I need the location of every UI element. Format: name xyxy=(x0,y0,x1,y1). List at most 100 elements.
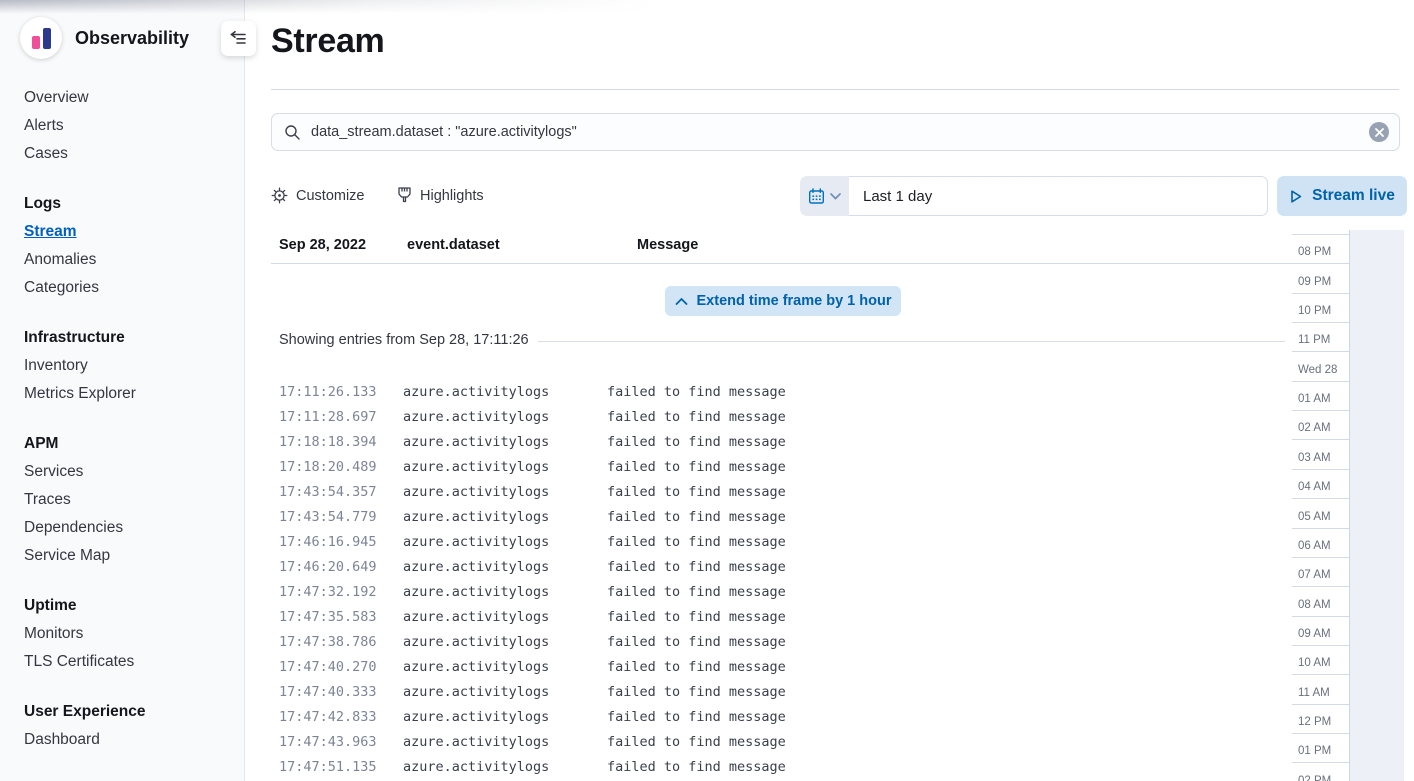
minimap-tick-label: 02 AM xyxy=(1298,422,1331,434)
extend-time-frame-button[interactable]: Extend time frame by 1 hour xyxy=(665,286,901,316)
sidebar-item[interactable]: Anomalies xyxy=(24,246,234,274)
minimap-tick-label: 10 AM xyxy=(1298,657,1331,669)
minimap-tick-line xyxy=(1292,381,1349,382)
minimap-tick-label: 09 AM xyxy=(1298,628,1331,640)
minimap-tick-label: 01 AM xyxy=(1298,393,1331,405)
minimap-tick-line xyxy=(1292,586,1349,587)
app-header: Observability xyxy=(0,0,244,59)
log-table-row[interactable]: 17:18:18.394 azure.activitylogs failed t… xyxy=(245,429,1296,454)
clear-search-button[interactable] xyxy=(1369,122,1389,142)
time-minimap: 08 PM09 PM10 PM11 PMWed 2801 AM02 AM03 A… xyxy=(1290,230,1414,781)
time-range-value[interactable]: Last 1 day xyxy=(849,176,1268,216)
log-table-row[interactable]: 17:11:26.133 azure.activitylogs failed t… xyxy=(245,379,1296,404)
minimap-tick-label: Wed 28 xyxy=(1298,364,1337,376)
minimap-tick-line xyxy=(1292,410,1349,411)
sidebar-item[interactable]: TLS Certificates xyxy=(24,648,234,676)
log-timestamp: 17:11:26.133 xyxy=(279,384,403,400)
log-table-row[interactable]: 17:47:40.270 azure.activitylogs failed t… xyxy=(245,654,1296,679)
minimap-tick-line xyxy=(1292,469,1349,470)
stream-live-button[interactable]: Stream live xyxy=(1277,176,1407,216)
log-table-row[interactable]: 17:47:42.833 azure.activitylogs failed t… xyxy=(245,704,1296,729)
minimap-tick-label: 12 PM xyxy=(1298,716,1331,728)
log-message: failed to find message xyxy=(607,684,1296,700)
log-timestamp: 17:46:16.945 xyxy=(279,534,403,550)
sidebar-section-logs: Logs StreamAnomaliesCategories xyxy=(24,190,234,302)
extend-time-frame-label: Extend time frame by 1 hour xyxy=(697,293,892,309)
log-table-row[interactable]: 17:11:28.697 azure.activitylogs failed t… xyxy=(245,404,1296,429)
section-heading: APM xyxy=(24,430,234,458)
log-message: failed to find message xyxy=(607,734,1296,750)
sidebar-item[interactable]: Metrics Explorer xyxy=(24,380,234,408)
log-table-row[interactable]: 17:47:35.583 azure.activitylogs failed t… xyxy=(245,604,1296,629)
sidebar-section-user-experience: User Experience Dashboard xyxy=(24,698,234,754)
minimap-tick-label: 05 AM xyxy=(1298,511,1331,523)
sidebar-item[interactable]: Traces xyxy=(24,486,234,514)
sidebar-item[interactable]: Cases xyxy=(24,140,234,168)
minimap-tick-line xyxy=(1292,557,1349,558)
minimap-tick-line xyxy=(1292,234,1349,235)
main-content: Stream data_stream.dataset : "azure.acti… xyxy=(245,0,1414,781)
sidebar-item[interactable]: Overview xyxy=(24,84,234,112)
calendar-icon xyxy=(808,188,825,205)
log-message: failed to find message xyxy=(607,434,1296,450)
log-message: failed to find message xyxy=(607,659,1296,675)
log-dataset: azure.activitylogs xyxy=(403,734,607,750)
collapse-sidebar-button[interactable] xyxy=(221,21,256,56)
log-table-row[interactable]: 17:43:54.357 azure.activitylogs failed t… xyxy=(245,479,1296,504)
log-dataset: azure.activitylogs xyxy=(403,559,607,575)
gear-icon xyxy=(271,187,288,204)
log-timestamp: 17:47:40.270 xyxy=(279,659,403,675)
log-dataset: azure.activitylogs xyxy=(403,509,607,525)
time-range-picker: Last 1 day xyxy=(800,176,1268,216)
log-table-row[interactable]: 17:47:38.786 azure.activitylogs failed t… xyxy=(245,629,1296,654)
customize-button[interactable]: Customize xyxy=(271,187,365,204)
minimap-tick-line xyxy=(1292,263,1349,264)
title-divider xyxy=(271,89,1399,90)
log-dataset: azure.activitylogs xyxy=(403,684,607,700)
log-timestamp: 17:46:20.649 xyxy=(279,559,403,575)
log-table-row[interactable]: 17:43:54.779 azure.activitylogs failed t… xyxy=(245,504,1296,529)
sidebar-section-apm: APM ServicesTracesDependenciesService Ma… xyxy=(24,430,234,570)
log-timestamp: 17:47:38.786 xyxy=(279,634,403,650)
minimap-tick-line xyxy=(1292,762,1349,763)
log-message: failed to find message xyxy=(607,459,1296,475)
log-table-row[interactable]: 17:47:51.135 azure.activitylogs failed t… xyxy=(245,754,1296,779)
log-table-row[interactable]: 17:47:40.333 azure.activitylogs failed t… xyxy=(245,679,1296,704)
minimap-density-strip[interactable] xyxy=(1349,230,1404,781)
minimap-tick-label: 08 PM xyxy=(1298,246,1331,258)
app-title: Observability xyxy=(75,28,189,49)
minimap-tick-line xyxy=(1292,439,1349,440)
log-table-row[interactable]: 17:18:20.489 azure.activitylogs failed t… xyxy=(245,454,1296,479)
log-timestamp: 17:11:28.697 xyxy=(279,409,403,425)
column-header-dataset: event.dataset xyxy=(407,237,500,253)
log-table-row[interactable]: 17:46:16.945 azure.activitylogs failed t… xyxy=(245,529,1296,554)
minimap-tick-label: 10 PM xyxy=(1298,305,1331,317)
minimap-tick-label: 02 PM xyxy=(1298,775,1331,781)
log-timestamp: 17:18:20.489 xyxy=(279,459,403,475)
sidebar-item[interactable]: Inventory xyxy=(24,352,234,380)
log-message: failed to find message xyxy=(607,534,1296,550)
sidebar-item[interactable]: Dashboard xyxy=(24,726,234,754)
log-table-row[interactable]: 17:47:32.192 azure.activitylogs failed t… xyxy=(245,579,1296,604)
showing-entries-row: Showing entries from Sep 28, 17:11:26 xyxy=(279,332,529,348)
sidebar-item[interactable]: Stream xyxy=(24,218,234,246)
sidebar-item[interactable]: Categories xyxy=(24,274,234,302)
minimap-tick-line xyxy=(1292,322,1349,323)
sidebar-item[interactable]: Monitors xyxy=(24,620,234,648)
log-timestamp: 17:47:42.833 xyxy=(279,709,403,725)
sidebar-item[interactable]: Services xyxy=(24,458,234,486)
table-header-divider xyxy=(271,263,1296,264)
log-table-row[interactable]: 17:46:20.649 azure.activitylogs failed t… xyxy=(245,554,1296,579)
log-table-row[interactable]: 17:47:43.963 azure.activitylogs failed t… xyxy=(245,729,1296,754)
sidebar-item[interactable]: Service Map xyxy=(24,542,234,570)
highlights-button[interactable]: Highlights xyxy=(397,187,484,204)
brush-icon xyxy=(397,187,412,204)
log-dataset: azure.activitylogs xyxy=(403,534,607,550)
stream-live-label: Stream live xyxy=(1312,187,1395,205)
date-picker-button[interactable] xyxy=(800,176,849,216)
sidebar-item[interactable]: Dependencies xyxy=(24,514,234,542)
search-bar[interactable]: data_stream.dataset : "azure.activitylog… xyxy=(271,113,1400,151)
sidebar-item[interactable]: Alerts xyxy=(24,112,234,140)
search-query-input[interactable]: data_stream.dataset : "azure.activitylog… xyxy=(311,124,1369,140)
sidebar: Observability OverviewAlertsCases Logs S… xyxy=(0,0,245,781)
